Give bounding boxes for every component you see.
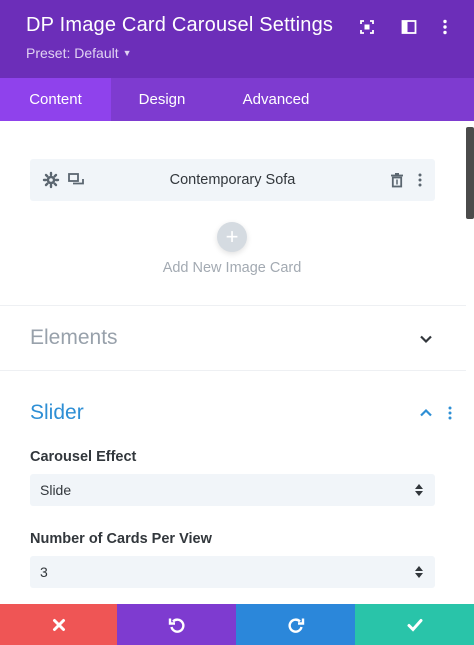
settings-header: DP Image Card Carousel Settings Preset: …	[0, 0, 474, 78]
preset-label: Preset: Default	[26, 45, 119, 61]
tab-bar: Content Design Advanced	[0, 78, 474, 121]
more-vertical-icon[interactable]	[442, 405, 458, 421]
undo-icon	[168, 618, 185, 633]
scrollbar-thumb[interactable]	[466, 127, 474, 219]
more-vertical-icon[interactable]	[411, 171, 429, 189]
plus-icon: +	[225, 224, 239, 249]
tab-content[interactable]: Content	[0, 78, 111, 121]
undo-button[interactable]	[117, 604, 236, 645]
fullscreen-icon[interactable]	[355, 15, 379, 39]
chevron-down-icon[interactable]	[418, 331, 434, 347]
action-footer	[0, 604, 474, 645]
redo-button[interactable]	[236, 604, 355, 645]
carousel-effect-label: Carousel Effect	[30, 449, 137, 465]
carousel-effect-select[interactable]: Slide	[30, 474, 435, 506]
add-image-card-button[interactable]: +	[217, 222, 247, 252]
chevron-up-icon[interactable]	[418, 405, 434, 421]
trash-icon[interactable]	[388, 171, 406, 189]
modal-title: DP Image Card Carousel Settings	[26, 14, 334, 36]
close-icon	[52, 618, 65, 631]
check-icon	[407, 618, 422, 632]
duplicate-icon[interactable]	[67, 171, 85, 189]
tab-design[interactable]: Design	[111, 78, 213, 121]
caret-down-icon: ▼	[122, 48, 132, 58]
save-button[interactable]	[355, 604, 474, 645]
section-elements-toggle[interactable]: Elements	[30, 326, 118, 350]
image-card-item[interactable]: Contemporary Sofa	[30, 159, 435, 201]
cancel-button[interactable]	[0, 604, 117, 645]
select-arrows-icon	[415, 484, 423, 496]
add-image-card-label[interactable]: Add New Image Card	[0, 260, 464, 276]
redo-icon	[287, 618, 304, 633]
cards-per-view-value: 3	[40, 564, 48, 580]
section-slider-toggle[interactable]: Slider	[30, 401, 84, 425]
gear-icon[interactable]	[42, 171, 60, 189]
divider	[0, 305, 466, 306]
tab-advanced[interactable]: Advanced	[213, 78, 339, 121]
more-vertical-icon[interactable]	[433, 15, 457, 39]
divider	[0, 370, 466, 371]
cards-per-view-select[interactable]: 3	[30, 556, 435, 588]
image-card-title: Contemporary Sofa	[169, 172, 296, 188]
settings-content: Contemporary Sofa + Add New Image Card E…	[0, 121, 474, 604]
preset-selector[interactable]: Preset: Default ▼	[26, 45, 132, 61]
select-arrows-icon	[415, 566, 423, 578]
cards-per-view-label: Number of Cards Per View	[30, 531, 212, 547]
sidebar-layout-icon[interactable]	[397, 15, 421, 39]
carousel-effect-value: Slide	[40, 482, 72, 498]
